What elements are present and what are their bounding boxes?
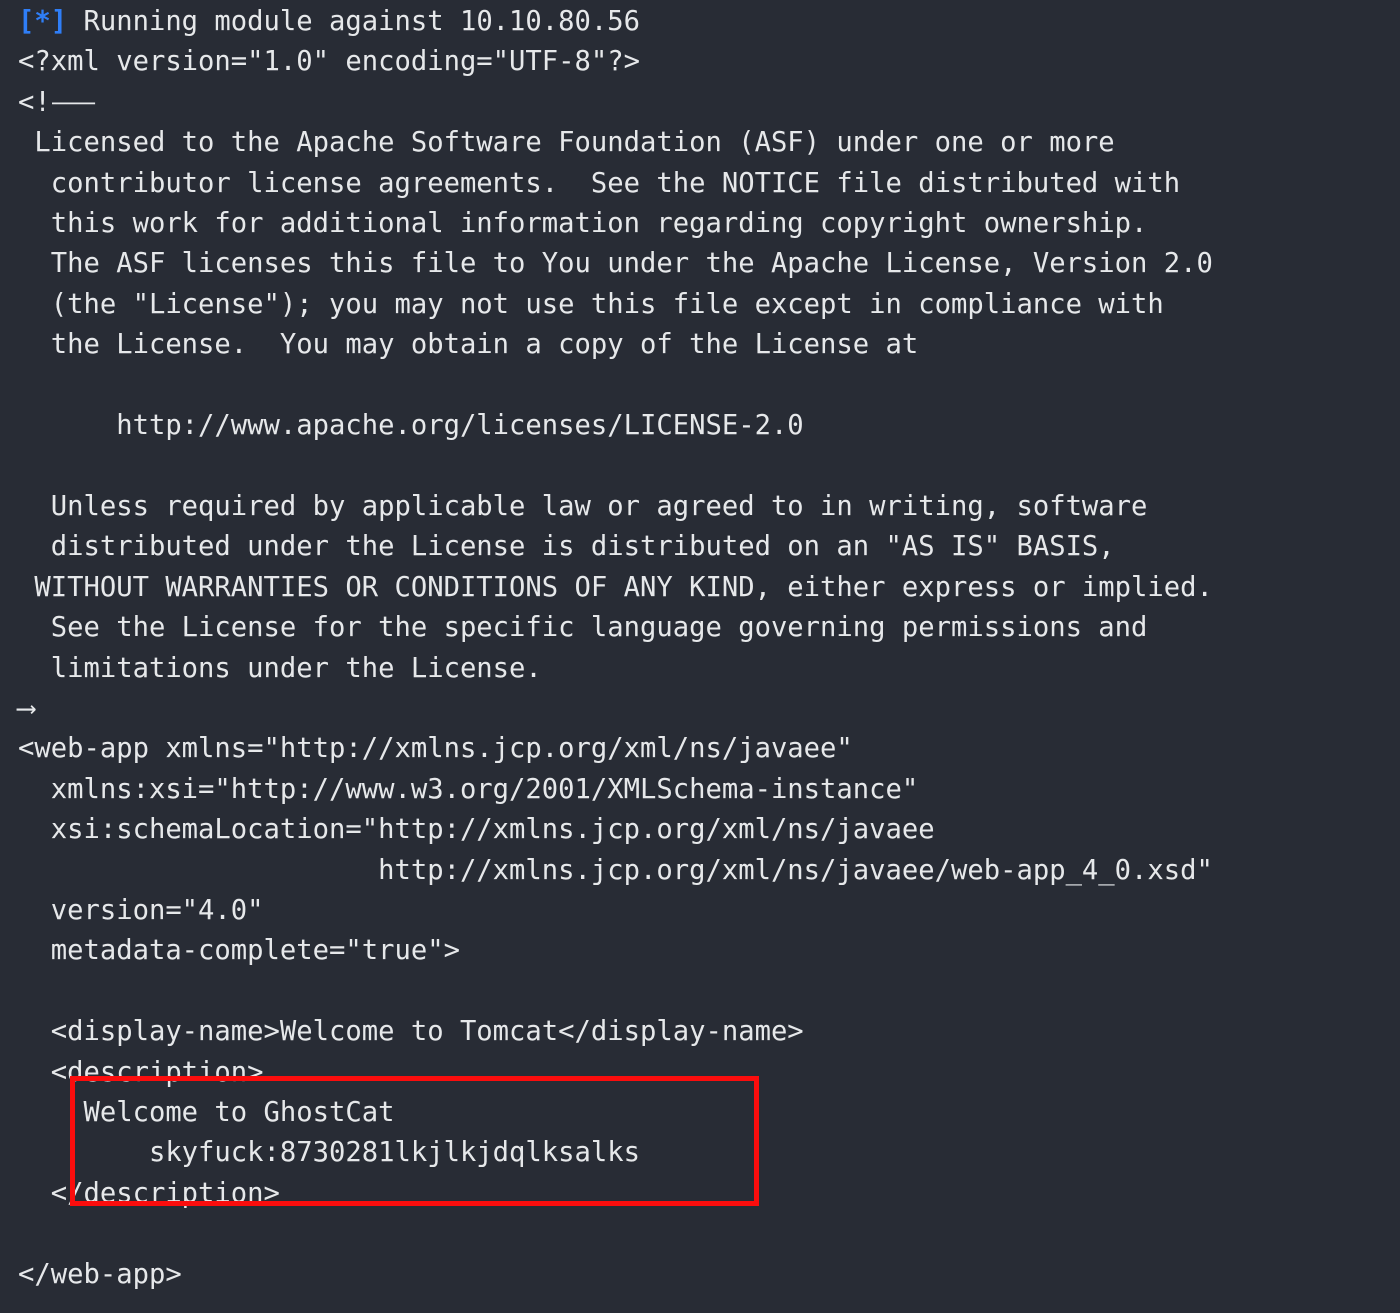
description-body-line-0: Welcome to GhostCat: [18, 1096, 395, 1128]
license-line-4: (the "License"); you may not use this fi…: [18, 288, 1164, 320]
webapp-open-line-0: <web-app xmlns="http://xmlns.jcp.org/xml…: [18, 733, 853, 765]
description-close-line: </description>: [18, 1177, 280, 1209]
status-line: [*] Running module against 10.10.80.56: [18, 2, 1400, 42]
license-line-11: WITHOUT WARRANTIES OR CONDITIONS OF ANY …: [18, 571, 1213, 603]
comment-close-line: ⟶: [18, 692, 35, 724]
license-line-13: limitations under the License.: [18, 652, 542, 684]
webapp-open-line-4: version="4.0": [18, 894, 264, 926]
webapp-open-line-1: xmlns:xsi="http://www.w3.org/2001/XMLSch…: [18, 773, 919, 805]
license-line-8: [18, 446, 1400, 486]
license-line-2: this work for additional information reg…: [18, 208, 1148, 240]
display-name-line: <display-name>Welcome to Tomcat</display…: [18, 1016, 804, 1048]
console-output[interactable]: [*] Running module against 10.10.80.56 <?…: [0, 0, 1400, 1295]
license-line-3: The ASF licenses this file to You under …: [18, 248, 1213, 280]
status-marker-icon: [*]: [18, 6, 68, 37]
comment-open-line: <!⸺: [18, 86, 97, 118]
terminal-window: [*] Running module against 10.10.80.56 <?…: [0, 0, 1400, 1313]
webapp-close-line: </web-app>: [18, 1258, 182, 1290]
license-line-9: Unless required by applicable law or agr…: [18, 490, 1148, 522]
license-line-12: See the License for the specific languag…: [18, 612, 1148, 644]
webapp-open-line-5: metadata-complete="true">: [18, 935, 460, 967]
leaked-credential-line: skyfuck:8730281lkjlkjdqlksalks: [18, 1137, 640, 1169]
license-line-0: Licensed to the Apache Software Foundati…: [18, 127, 1115, 159]
xml-declaration-line: <?xml version="1.0" encoding="UTF-8"?>: [18, 46, 640, 78]
license-line-10: distributed under the License is distrib…: [18, 531, 1115, 563]
license-line-6: [18, 366, 1400, 406]
description-open-line: <description>: [18, 1056, 264, 1088]
webapp-open-line-2: xsi:schemaLocation="http://xmlns.jcp.org…: [18, 814, 935, 846]
license-url-line: http://www.apache.org/licenses/LICENSE-2…: [18, 410, 804, 442]
license-line-5: the License. You may obtain a copy of th…: [18, 329, 919, 361]
license-line-1: contributor license agreements. See the …: [18, 167, 1181, 199]
webapp-open-line-3: http://xmlns.jcp.org/xml/ns/javaee/web-a…: [18, 854, 1213, 886]
status-message: Running module against 10.10.80.56: [67, 6, 640, 37]
